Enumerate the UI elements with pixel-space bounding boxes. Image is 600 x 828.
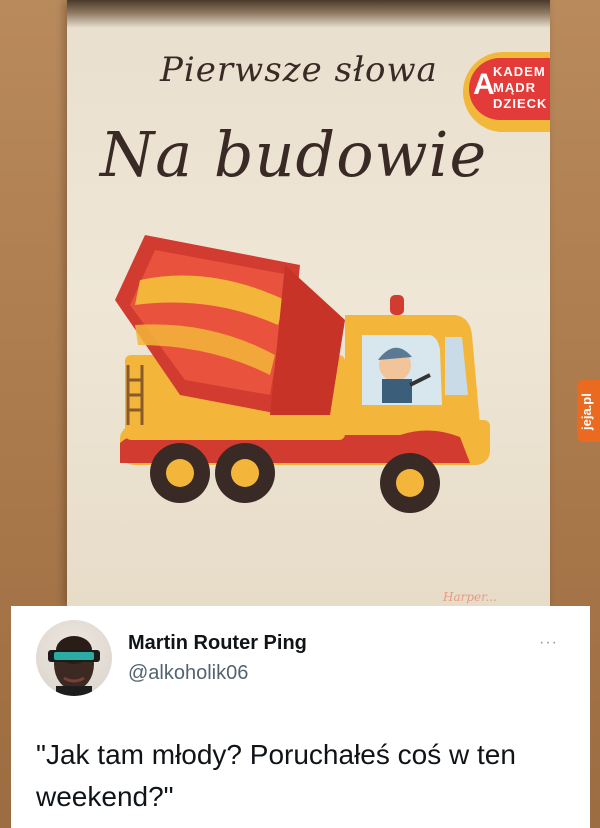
badge-line-2: MĄDR	[493, 80, 536, 95]
tweet-text: "Jak tam młody? Poruchałeś coś w ten wee…	[36, 739, 516, 812]
watermark-text: jeja.pl	[579, 393, 594, 430]
photo-shadow	[67, 0, 550, 28]
cement-mixer-truck-illustration	[115, 235, 490, 513]
user-handle[interactable]: @alkoholik06	[128, 662, 248, 685]
avatar-image	[48, 636, 100, 696]
beacon-light	[390, 295, 404, 315]
badge-line-1: KADEM	[493, 64, 546, 79]
tweet-card: Martin Router Ping @alkoholik06 ··· "Jak…	[11, 606, 590, 828]
book-subtitle: Pierwsze słowa	[160, 50, 438, 90]
book-title: Na budowie	[100, 118, 488, 191]
display-name[interactable]: Martin Router Ping	[128, 632, 307, 655]
avatar[interactable]	[36, 620, 112, 696]
book-photo: Pierwsze słowa Na budowie A KADEM MĄDR D…	[0, 0, 600, 606]
publisher-badge: A KADEM MĄDR DZIECK	[463, 52, 550, 132]
more-options-icon[interactable]: ···	[539, 634, 558, 652]
badge-text: KADEM MĄDR DZIECK	[493, 64, 547, 112]
badge-letter: A	[473, 68, 495, 101]
badge-line-3: DZIECK	[493, 96, 548, 111]
publisher-logo: Harper...	[443, 590, 497, 604]
site-watermark: jeja.pl	[577, 380, 600, 442]
